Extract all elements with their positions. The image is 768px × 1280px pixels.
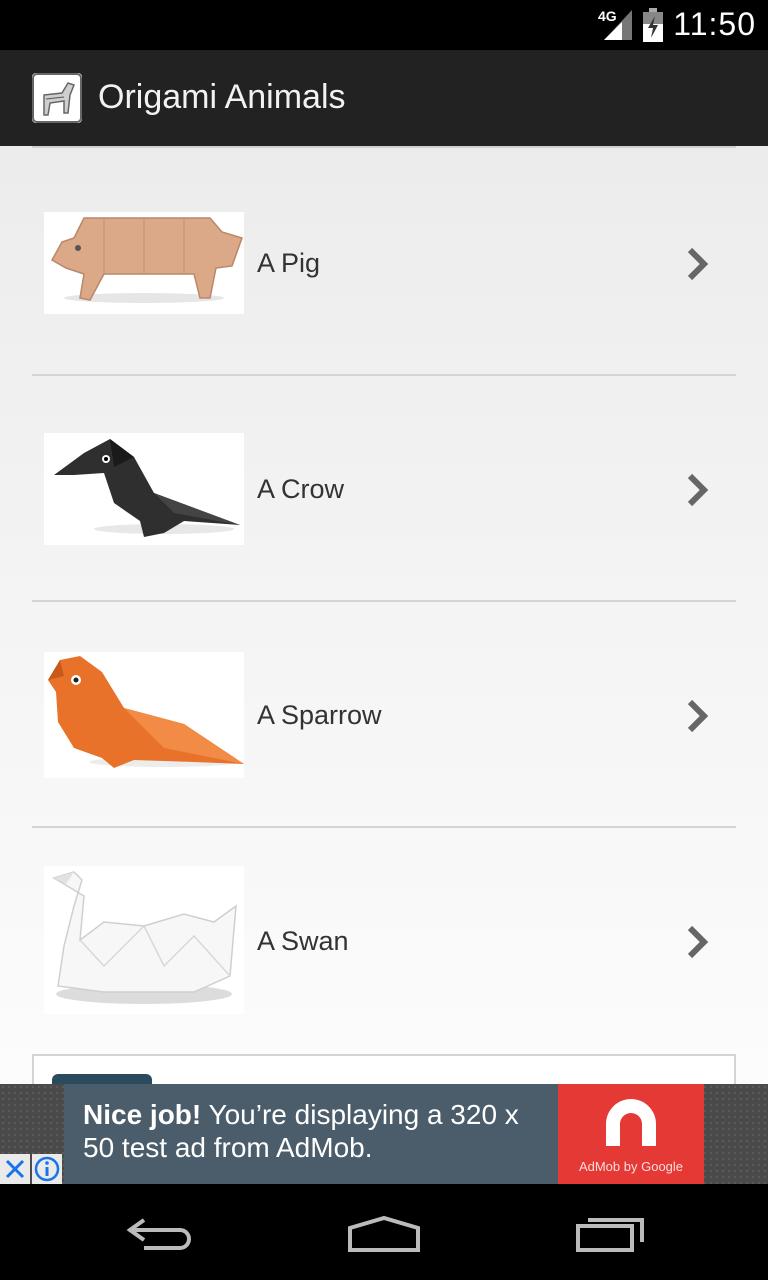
ad-info-button[interactable]: [32, 1154, 62, 1184]
chevron-right-icon: [687, 925, 709, 959]
status-bar: 4G 11:50: [0, 0, 768, 50]
close-icon: [5, 1159, 25, 1179]
list-top-divider: [32, 146, 736, 148]
info-icon: [34, 1156, 60, 1182]
battery-icon: [643, 8, 663, 42]
app-logo-icon: [32, 73, 82, 123]
ad-close-button[interactable]: [0, 1154, 30, 1184]
app-title: Origami Animals: [98, 78, 346, 116]
swan-label: A Swan: [257, 926, 349, 956]
list-item-sparrow[interactable]: A Sparrow: [32, 602, 736, 828]
navigation-bar: [0, 1184, 768, 1280]
signal-icon: [604, 10, 632, 40]
admob-icon: [606, 1099, 656, 1146]
pig-label: A Pig: [257, 248, 321, 278]
ad-text: Nice job! You’re displaying a 320 x 50 t…: [83, 1098, 553, 1164]
ad-banner[interactable]: Nice job! You’re displaying a 320 x 50 t…: [0, 1084, 768, 1184]
partial-list-card[interactable]: [32, 1054, 736, 1084]
admob-logo: AdMob by Google: [558, 1084, 704, 1184]
animal-list[interactable]: A Pig A Crow A Sparrow A Swan: [0, 146, 768, 1084]
crow-label: A Crow: [257, 474, 345, 504]
clock: 11:50: [673, 6, 756, 42]
chevron-right-icon: [687, 699, 709, 733]
recent-apps-icon[interactable]: [574, 1214, 646, 1254]
test-ad[interactable]: Nice job! You’re displaying a 320 x 50 t…: [64, 1084, 704, 1184]
list-item-swan[interactable]: A Swan: [32, 828, 736, 1054]
chevron-right-icon: [687, 247, 709, 281]
pig-image: [44, 212, 244, 314]
home-icon[interactable]: [346, 1214, 422, 1254]
swan-image: [44, 866, 244, 1014]
sparrow-image: [44, 652, 244, 778]
list-item-pig[interactable]: A Pig: [32, 150, 736, 376]
ad-brand: AdMob by Google: [578, 1159, 684, 1174]
action-bar: Origami Animals: [0, 50, 768, 146]
crow-image: [44, 433, 244, 545]
sparrow-label: A Sparrow: [257, 700, 382, 730]
list-item-crow[interactable]: A Crow: [32, 376, 736, 602]
chevron-right-icon: [687, 473, 709, 507]
back-icon[interactable]: [124, 1214, 196, 1254]
ad-headline: Nice job!: [83, 1099, 202, 1130]
card-thumbnail: [52, 1074, 152, 1084]
